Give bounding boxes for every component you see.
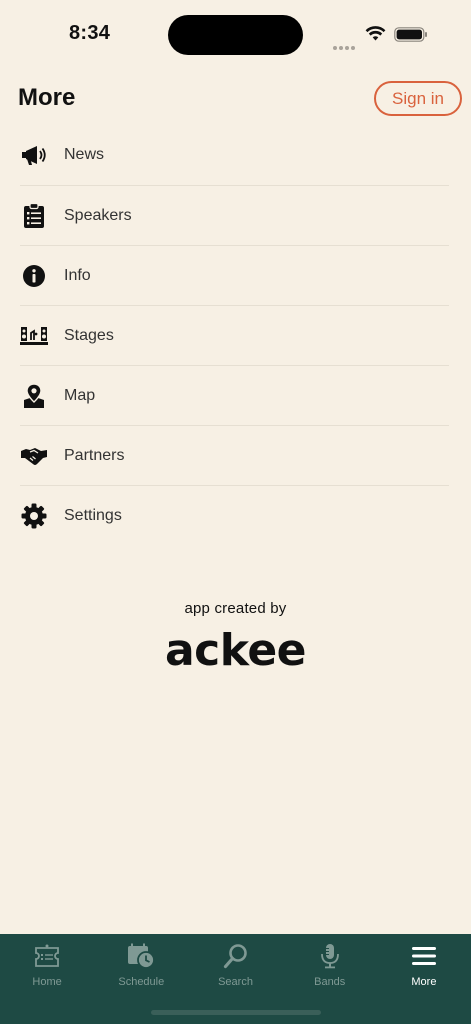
menu-item-label: Speakers xyxy=(64,206,132,224)
handshake-icon xyxy=(20,442,48,470)
app-credit: app created by ackee xyxy=(0,600,471,676)
ticket-icon xyxy=(33,942,61,970)
status-bar: 8:34 xyxy=(0,0,471,70)
ackee-logo[interactable]: ackee xyxy=(0,625,471,676)
credit-text: app created by xyxy=(184,600,287,617)
menu-item-partners[interactable]: Partners xyxy=(20,425,449,485)
menu-item-stages[interactable]: Stages xyxy=(20,305,449,365)
info-circle-icon xyxy=(20,262,48,290)
tab-label: More xyxy=(411,976,437,988)
wifi-icon xyxy=(365,26,386,41)
menu-item-map[interactable]: Map xyxy=(20,365,449,425)
menu-item-label: News xyxy=(64,146,105,163)
tab-more[interactable]: More xyxy=(377,934,471,1024)
megaphone-icon xyxy=(20,141,48,169)
header: More Sign in xyxy=(0,78,471,122)
sign-in-button[interactable]: Sign in xyxy=(374,81,462,116)
menu-item-news[interactable]: News xyxy=(20,125,449,185)
dynamic-island xyxy=(168,15,303,55)
calendar-clock-icon xyxy=(127,942,156,970)
battery-icon xyxy=(394,27,427,42)
tab-home[interactable]: Home xyxy=(0,934,94,1024)
menu-item-label: Stages xyxy=(64,326,114,344)
tab-label: Search xyxy=(218,976,253,988)
tab-label: Bands xyxy=(314,976,346,988)
menu-item-label: Map xyxy=(64,386,96,404)
signal-dots-icon xyxy=(333,37,359,50)
tab-label: Schedule xyxy=(118,976,165,988)
clipboard-list-icon xyxy=(20,202,48,230)
page-title: More xyxy=(18,84,76,111)
menu-item-info[interactable]: Info xyxy=(20,245,449,305)
stage-icon xyxy=(20,322,48,350)
more-menu-list: News Speakers Info Stages Map Partners S… xyxy=(0,125,471,545)
status-time: 8:34 xyxy=(69,22,111,44)
menu-item-settings[interactable]: Settings xyxy=(20,485,449,545)
menu-item-speakers[interactable]: Speakers xyxy=(20,185,449,245)
map-pin-icon xyxy=(20,382,48,410)
menu-item-label: Partners xyxy=(64,446,125,464)
microphone-icon xyxy=(316,942,344,970)
menu-item-label: Settings xyxy=(64,506,122,524)
tab-label: Home xyxy=(32,976,62,988)
menu-icon xyxy=(410,942,438,970)
menu-item-label: Info xyxy=(64,266,91,284)
home-indicator[interactable] xyxy=(151,1010,321,1015)
search-icon xyxy=(222,942,250,970)
gear-icon xyxy=(20,502,48,530)
more-screen: 8:34 More Sign in News Speakers Info Sta… xyxy=(0,0,471,1024)
